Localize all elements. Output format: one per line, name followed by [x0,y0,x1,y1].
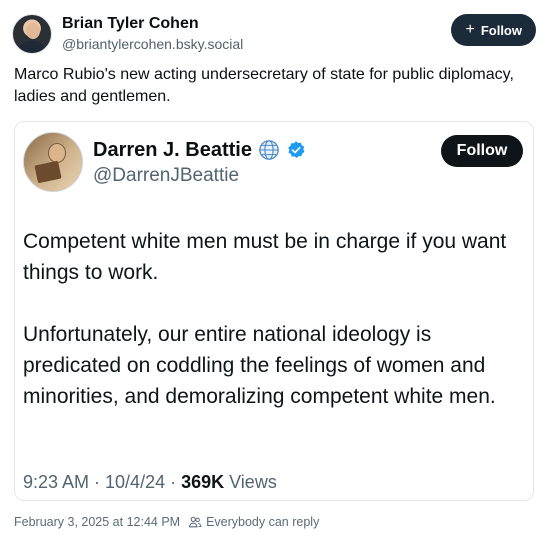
post-card: Brian Tyler Cohen @briantylercohen.bsky.… [0,0,550,540]
embed-meta: 9:23 AM · 10/4/24 · 369K Views [23,470,277,494]
author-name[interactable]: Brian Tyler Cohen [62,14,243,34]
author-handle[interactable]: @briantylercohen.bsky.social [62,34,243,54]
author-row: Brian Tyler Cohen @briantylercohen.bsky.… [12,12,243,56]
verified-icon [288,141,305,158]
author-meta: Brian Tyler Cohen @briantylercohen.bsky.… [62,14,243,54]
people-icon [189,516,202,528]
embed-paragraph-1: Competent white men must be in charge if… [23,230,507,284]
embed-body: Competent white men must be in charge if… [23,226,523,412]
plus-icon: + [465,21,475,38]
embed-timestamp[interactable]: 9:23 AM · 10/4/24 · [23,472,181,492]
embed-follow-button[interactable]: Follow [441,135,523,167]
embed-author-name[interactable]: Darren J. Beattie [93,137,252,163]
follow-button-label: Follow [480,22,522,38]
post-footer: February 3, 2025 at 12:44 PM Everybody c… [14,513,319,531]
globe-icon [259,140,279,160]
embed-author-avatar[interactable] [23,132,83,192]
reply-setting[interactable]: Everybody can reply [206,513,319,531]
author-avatar[interactable] [12,14,52,54]
embed-views-count: 369K [181,472,225,492]
post-date[interactable]: February 3, 2025 at 12:44 PM [14,513,180,531]
embedded-post[interactable]: Darren J. Beattie @DarrenJBeattie Follow… [14,121,534,501]
follow-button[interactable]: + Follow [451,14,536,46]
embed-author-handle[interactable]: @DarrenJBeattie [93,164,239,188]
embed-name-row: Darren J. Beattie [93,137,306,163]
embed-views-label: Views [224,472,277,492]
post-text: Marco Rubio's new acting undersecretary … [14,66,514,105]
embed-paragraph-2: Unfortunately, our entire national ideol… [23,323,496,408]
